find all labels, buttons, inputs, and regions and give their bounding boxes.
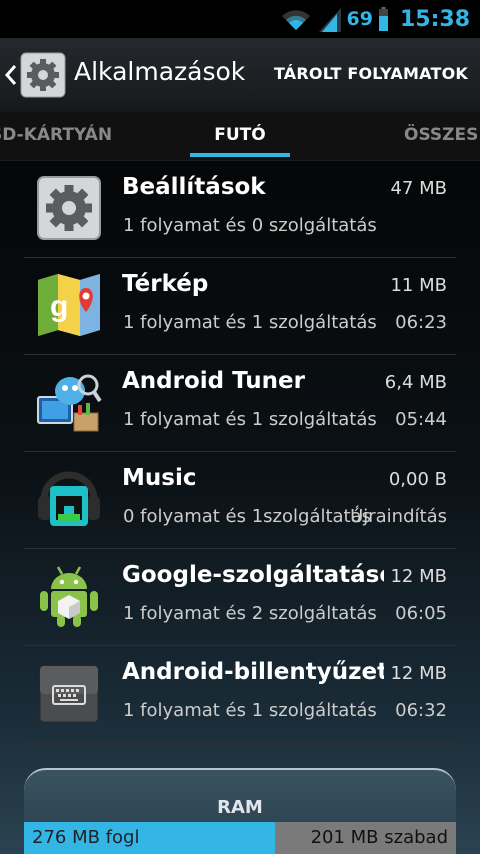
app-processes: 1 folyamat és 1 szolgáltatás [123,312,377,333]
app-size: 11 MB [390,275,447,296]
list-item[interactable]: g Térkép 11 MB 1 folyamat és 1 szolgálta… [24,258,456,355]
app-size: 12 MB [390,566,447,587]
clock: 15:38 [399,6,470,32]
app-runtime: 06:05 [395,603,447,624]
app-name: Android-billentyűzet (AOSP) [122,659,384,685]
music-headphones-icon [38,471,100,526]
list-item[interactable]: Android Tuner 6,4 MB 1 folyamat és 1 szo… [24,355,456,452]
app-runtime: 05:44 [395,409,447,430]
tab-bar: SD-KÁRTYÁN FUTÓ ÖSSZES [0,112,480,161]
keyboard-icon [39,665,99,723]
android-robot-icon [40,566,98,627]
maps-icon: g [38,274,100,336]
cached-processes-button[interactable]: TÁROLT FOLYAMATOK [274,64,468,83]
app-runtime: 06:23 [395,312,447,333]
app-processes: 1 folyamat és 1 szolgáltatás [123,700,377,721]
tab-sd-card[interactable]: SD-KÁRTYÁN [0,112,112,160]
running-apps-list: Beállítások 47 MB 1 folyamat és 0 szolgá… [0,161,480,854]
app-runtime: 06:32 [395,700,447,721]
android-tuner-icon [37,374,102,432]
up-navigation-button[interactable] [0,38,74,112]
settings-gear-icon [20,52,66,98]
app-name: Beállítások [122,174,266,200]
tab-running[interactable]: FUTÓ [190,112,290,160]
svg-text:g: g [50,290,68,323]
app-processes: 1 folyamat és 1 szolgáltatás [123,409,377,430]
app-processes: 1 folyamat és 2 szolgáltatás [123,603,377,624]
list-item[interactable]: Google-szolgáltatások 12 MB 1 folyamat é… [24,549,456,646]
status-bar: 69 15:38 [0,0,480,38]
app-processes: 1 folyamat és 0 szolgáltatás [123,215,377,236]
action-bar: Alkalmazások TÁROLT FOLYAMATOK [0,38,480,112]
app-name: Google-szolgáltatások [122,562,384,588]
back-chevron-icon [4,65,17,85]
page-title: Alkalmazások [74,57,246,86]
ram-usage-bar: 276 MB fogl 201 MB szabad [24,822,456,854]
app-name: Android Tuner [122,368,305,394]
app-restart-status: Újraindítás [350,506,447,527]
wifi-icon [281,10,310,30]
list-item[interactable]: Android-billentyűzet (AOSP) 12 MB 1 foly… [24,646,456,743]
settings-gear-icon [37,176,101,240]
ram-free-text: 201 MB szabad [310,827,448,848]
app-processes: 0 folyamat és 1szolgáltatás [123,506,372,527]
list-item[interactable]: Beállítások 47 MB 1 folyamat és 0 szolgá… [24,161,456,258]
signal-icon [318,8,341,32]
app-size: 6,4 MB [384,372,447,393]
tab-all[interactable]: ÖSSZES [404,112,478,160]
app-size: 12 MB [390,663,447,684]
list-item[interactable]: Music 0,00 B 0 folyamat és 1szolgáltatás… [24,452,456,549]
ram-used-text: 276 MB fogl [32,827,140,848]
status-icons: 69 15:38 [279,0,470,38]
app-name: Térkép [122,271,209,297]
ram-label: RAM [217,797,263,818]
app-size: 0,00 B [388,469,447,490]
app-name: Music [122,465,197,491]
battery-icon [378,7,388,31]
app-size: 47 MB [390,178,447,199]
battery-percent: 69 [346,8,373,30]
